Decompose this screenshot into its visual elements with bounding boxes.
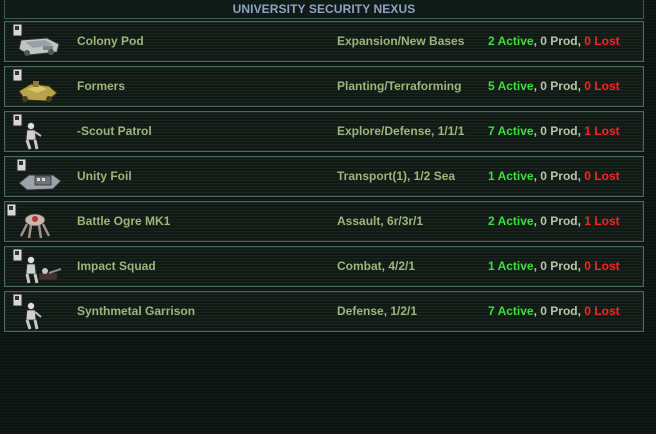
prod-count: 0 Prod [540, 79, 578, 93]
active-count: 7 Active [488, 124, 534, 138]
unit-role: Combat, 4/2/1 [337, 259, 416, 273]
unit-name: Colony Pod [77, 34, 144, 48]
unit-role: Transport(1), 1/2 Sea [337, 169, 456, 183]
unit-name: Battle Ogre MK1 [77, 214, 171, 228]
unit-row-scout-patrol[interactable]: -Scout Patrol Explore/Defense, 1/1/1 7 A… [4, 111, 644, 152]
scout-patrol-icon [12, 113, 42, 150]
unit-role: Planting/Terraforming [337, 79, 462, 93]
active-count: 2 Active [488, 34, 534, 48]
lost-count: 0 Lost [584, 34, 620, 48]
unit-row-impact-squad[interactable]: Impact Squad Combat, 4/2/1 1 Active, 0 P… [4, 246, 644, 287]
battle-ogre-icon [7, 203, 51, 239]
prod-count: 0 Prod [540, 214, 578, 228]
unit-name: Formers [77, 79, 126, 93]
synthmetal-garrison-icon [12, 293, 42, 330]
unit-row-colony-pod[interactable]: Colony Pod Expansion/New Bases 2 Active,… [4, 21, 644, 62]
lost-count: 1 Lost [584, 214, 620, 228]
unit-role: Defense, 1/2/1 [337, 304, 418, 318]
active-count: 1 Active [488, 169, 534, 183]
active-count: 5 Active [488, 79, 534, 93]
title-bar: UNIVERSITY SECURITY NEXUS [4, 0, 644, 19]
unit-row-unity-foil[interactable]: Unity Foil Transport(1), 1/2 Sea 1 Activ… [4, 156, 644, 197]
unit-row-battle-ogre-mk1[interactable]: Battle Ogre MK1 Assault, 6r/3r/1 2 Activ… [4, 201, 644, 242]
unit-name: Unity Foil [77, 169, 132, 183]
unit-row-formers[interactable]: Formers Planting/Terraforming 5 Active, … [4, 66, 644, 107]
active-count: 1 Active [488, 259, 534, 273]
page-title: UNIVERSITY SECURITY NEXUS [232, 2, 416, 16]
unit-status: 1 Active, 0 Prod, 0 Lost [488, 259, 620, 273]
impact-squad-icon [12, 248, 62, 284]
unit-role: Assault, 6r/3r/1 [337, 214, 424, 228]
colony-pod-icon [12, 23, 60, 56]
unit-status: 7 Active, 0 Prod, 0 Lost [488, 304, 620, 318]
prod-count: 0 Prod [540, 304, 578, 318]
unit-status: 2 Active, 0 Prod, 0 Lost [488, 34, 620, 48]
lost-count: 0 Lost [584, 304, 620, 318]
unit-role: Explore/Defense, 1/1/1 [337, 124, 465, 138]
unit-name: Impact Squad [77, 259, 156, 273]
unity-foil-icon [16, 158, 62, 191]
active-count: 2 Active [488, 214, 534, 228]
unit-role: Expansion/New Bases [337, 34, 465, 48]
formers-icon [12, 68, 58, 102]
active-count: 7 Active [488, 304, 534, 318]
unit-name: Synthmetal Garrison [77, 304, 196, 318]
lost-count: 1 Lost [584, 124, 620, 138]
unit-status: 5 Active, 0 Prod, 0 Lost [488, 79, 620, 93]
unit-name: -Scout Patrol [77, 124, 152, 138]
prod-count: 0 Prod [540, 259, 578, 273]
unit-status: 2 Active, 0 Prod, 1 Lost [488, 214, 620, 228]
prod-count: 0 Prod [540, 124, 578, 138]
prod-count: 0 Prod [540, 169, 578, 183]
prod-count: 0 Prod [540, 34, 578, 48]
unit-status: 1 Active, 0 Prod, 0 Lost [488, 169, 620, 183]
unit-status: 7 Active, 0 Prod, 1 Lost [488, 124, 620, 138]
lost-count: 0 Lost [584, 169, 620, 183]
lost-count: 0 Lost [584, 259, 620, 273]
unit-list: Colony Pod Expansion/New Bases 2 Active,… [4, 21, 644, 336]
unit-row-synthmetal-garrison[interactable]: Synthmetal Garrison Defense, 1/2/1 7 Act… [4, 291, 644, 332]
lost-count: 0 Lost [584, 79, 620, 93]
